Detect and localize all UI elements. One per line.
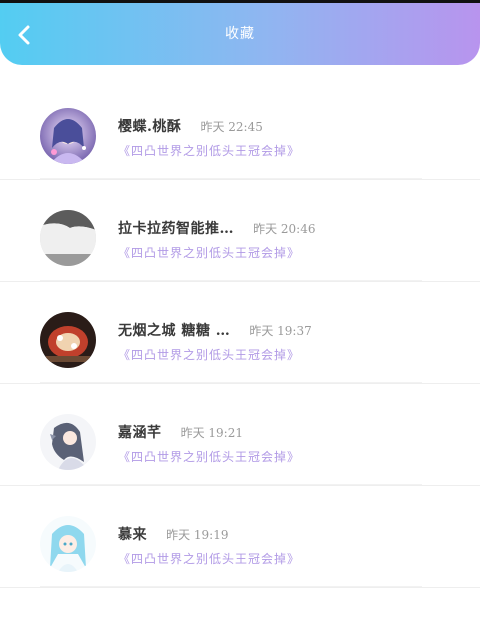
list-item[interactable]: 慕来 昨天 19:19 《四凸世界之别低头王冠会掉》 <box>0 486 480 588</box>
favorite-title[interactable]: 《四凸世界之别低头王冠会掉》 <box>118 550 300 567</box>
avatar[interactable] <box>40 414 96 470</box>
favorite-title[interactable]: 《四凸世界之别低头王冠会掉》 <box>118 346 300 363</box>
user-name: 樱蝶.桃酥 <box>118 119 182 135</box>
list-item[interactable]: 嘉涵芊 昨天 19:21 《四凸世界之别低头王冠会掉》 <box>0 384 480 486</box>
favorite-title[interactable]: 《四凸世界之别低头王冠会掉》 <box>118 448 300 465</box>
timestamp: 昨天 19:21 <box>180 426 243 440</box>
avatar[interactable] <box>40 516 96 572</box>
divider <box>40 178 422 179</box>
list-item[interactable]: 樱蝶.桃酥 昨天 22:45 《四凸世界之别低头王冠会掉》 <box>0 78 480 180</box>
divider <box>40 586 422 587</box>
user-name: 慕来 <box>118 527 147 543</box>
user-name: 拉卡拉药智能推… <box>118 221 234 237</box>
divider <box>40 280 422 281</box>
divider <box>40 382 422 383</box>
avatar[interactable] <box>40 312 96 368</box>
timestamp: 昨天 22:45 <box>200 120 263 134</box>
user-name: 嘉涵芊 <box>118 425 162 441</box>
page-title: 收藏 <box>225 26 255 42</box>
app-header: 收藏 <box>0 3 480 65</box>
user-name: 无烟之城 糖糖 … <box>118 323 231 339</box>
list-item[interactable]: 拉卡拉药智能推… 昨天 20:46 《四凸世界之别低头王冠会掉》 <box>0 180 480 282</box>
avatar[interactable] <box>40 210 96 266</box>
favorites-list: 樱蝶.桃酥 昨天 22:45 《四凸世界之别低头王冠会掉》 拉卡拉药智能推… 昨… <box>0 78 480 588</box>
favorite-title[interactable]: 《四凸世界之别低头王冠会掉》 <box>118 244 300 261</box>
timestamp: 昨天 19:19 <box>166 528 229 542</box>
avatar[interactable] <box>40 108 96 164</box>
divider <box>40 484 422 485</box>
favorite-title[interactable]: 《四凸世界之别低头王冠会掉》 <box>118 142 300 159</box>
timestamp: 昨天 19:37 <box>249 324 312 338</box>
timestamp: 昨天 20:46 <box>253 222 316 236</box>
list-item[interactable]: 无烟之城 糖糖 … 昨天 19:37 《四凸世界之别低头王冠会掉》 <box>0 282 480 384</box>
